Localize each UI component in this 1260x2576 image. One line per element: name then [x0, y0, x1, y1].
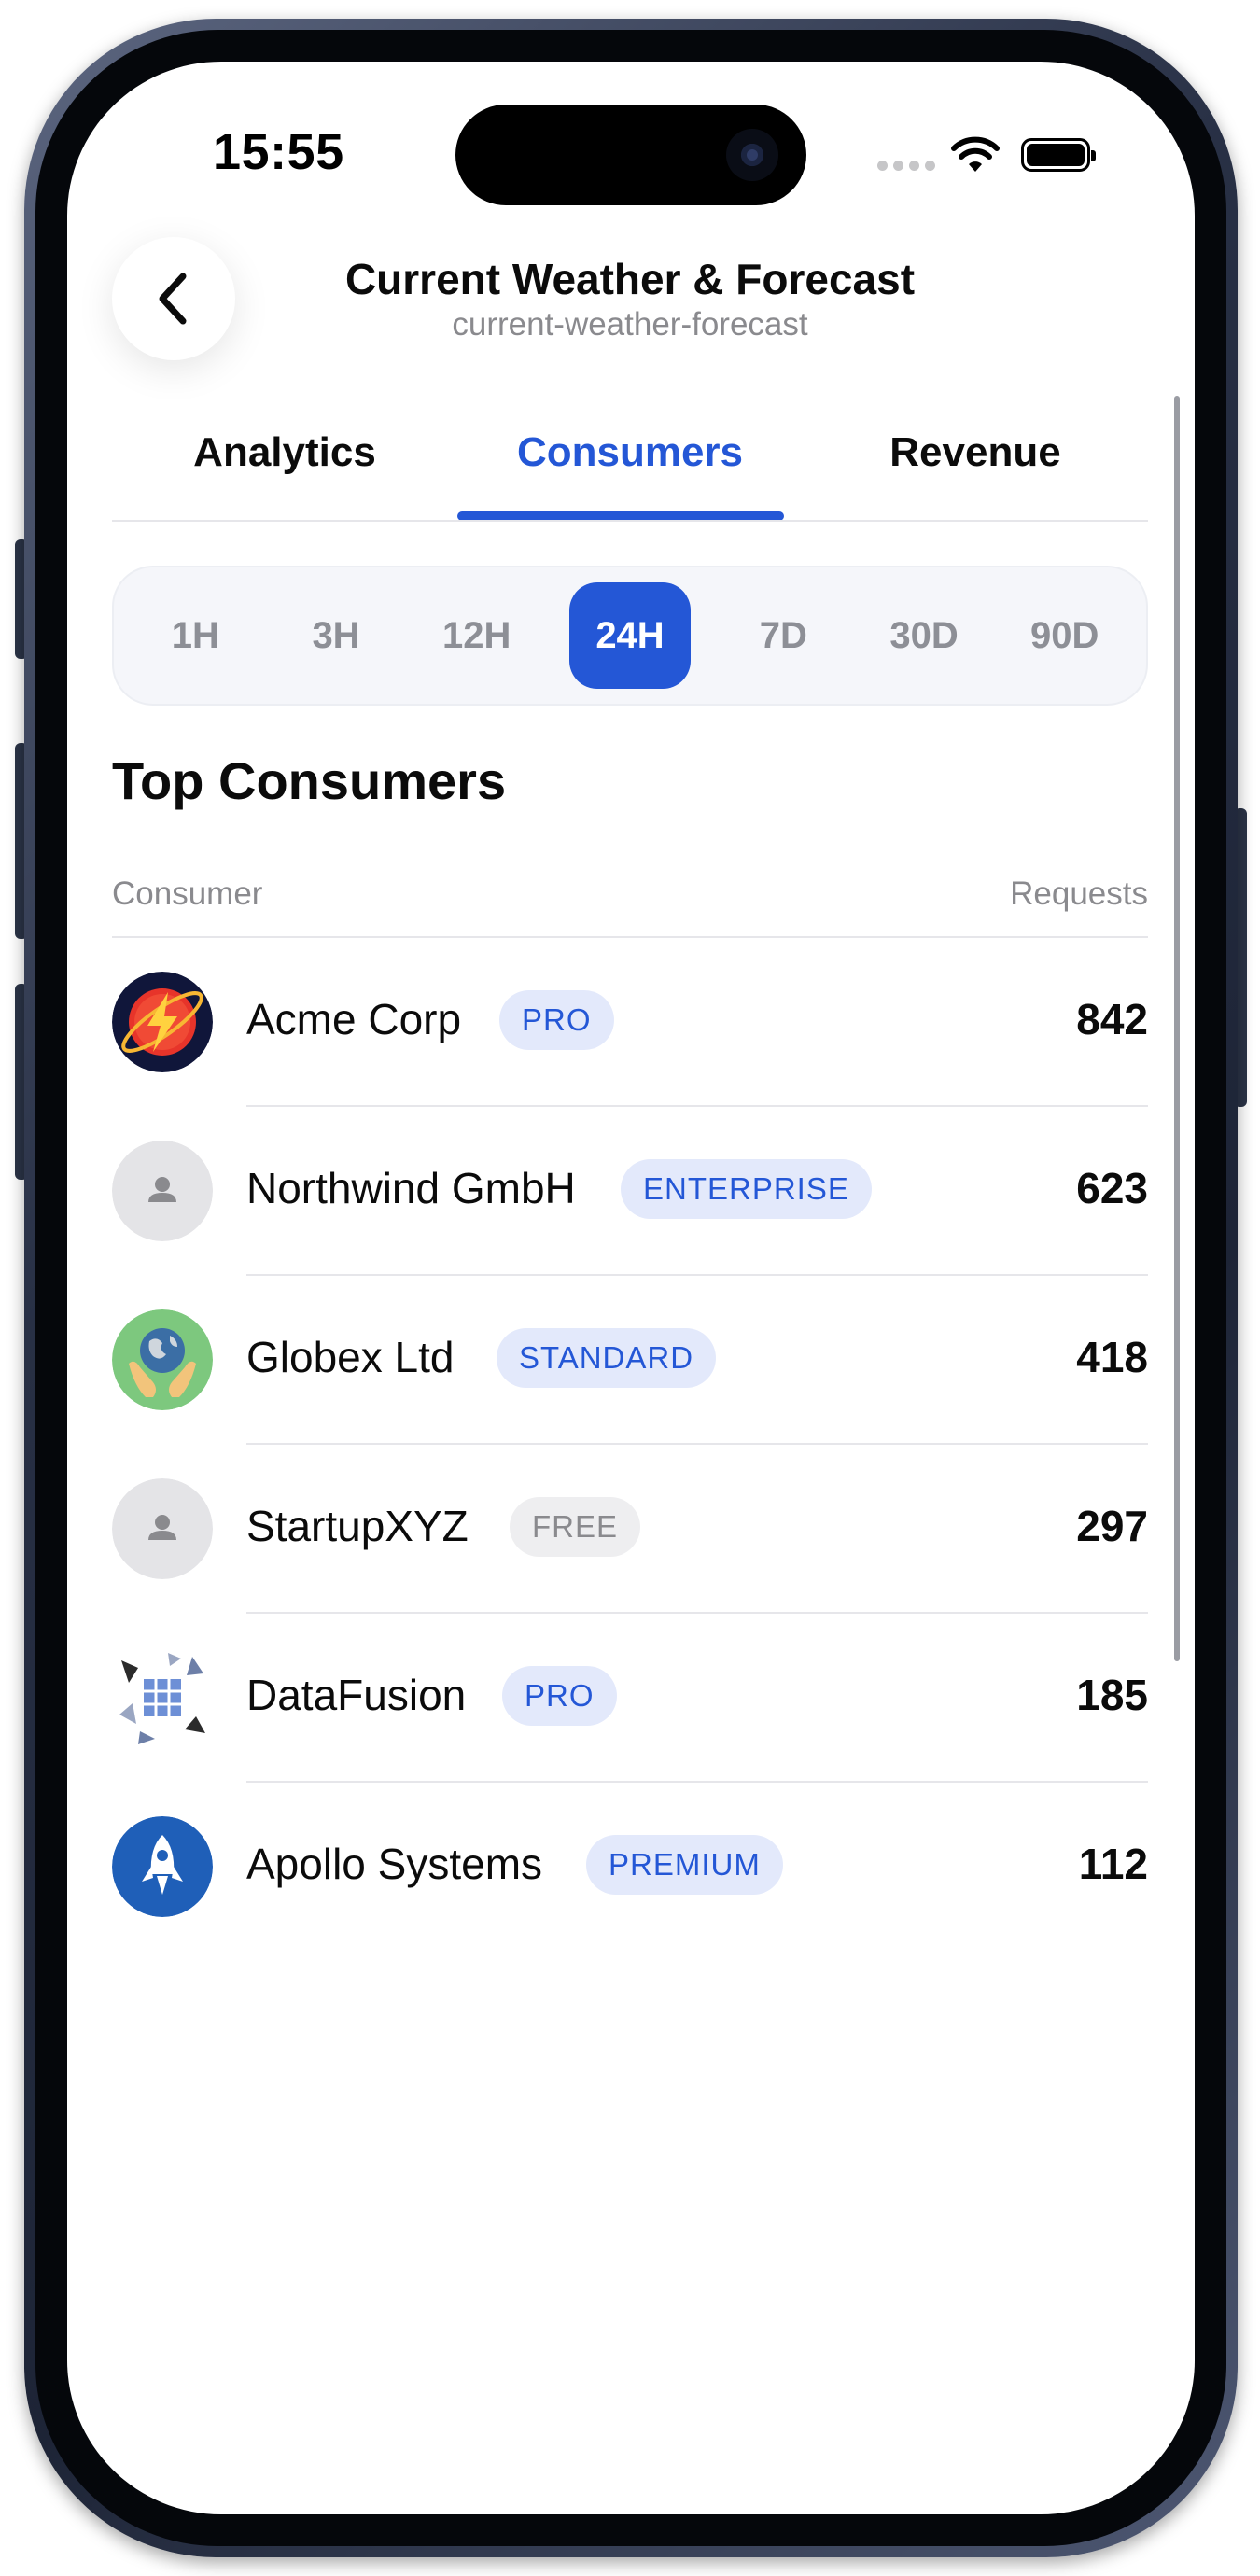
tier-badge: STANDARD	[497, 1328, 717, 1388]
front-camera-icon	[726, 129, 778, 181]
tier-badge: PREMIUM	[586, 1835, 783, 1895]
request-count: 185	[1076, 1671, 1148, 1719]
request-count: 623	[1076, 1164, 1148, 1212]
consumer-name: Acme Corp	[246, 995, 462, 1043]
tab-consumers[interactable]: Consumers	[457, 401, 803, 521]
battery-icon	[1021, 138, 1096, 172]
consumer-list: Acme Corp PRO 842 Northwind GmbH ENTERPR…	[112, 938, 1148, 1952]
consumer-name: Globex Ltd	[246, 1333, 455, 1381]
list-item[interactable]: StartupXYZ FREE 297	[112, 1445, 1148, 1614]
globe-hands-logo-icon	[112, 1309, 213, 1410]
range-24h[interactable]: 24H	[569, 582, 692, 689]
tab-bar: Analytics Consumers Revenue	[112, 401, 1148, 521]
range-12h[interactable]: 12H	[406, 582, 547, 689]
page-subtitle: current-weather-forecast	[452, 306, 808, 343]
tab-divider	[112, 520, 1148, 522]
tier-badge: PRO	[499, 990, 614, 1050]
tier-badge: PRO	[502, 1666, 617, 1726]
list-item[interactable]: Apollo Systems PREMIUM 112	[112, 1783, 1148, 1952]
scrollbar[interactable]	[1174, 396, 1180, 1661]
consumer-name: Northwind GmbH	[246, 1164, 576, 1212]
request-count: 297	[1076, 1502, 1148, 1550]
cellular-signal-icon	[877, 161, 935, 171]
person-placeholder-icon	[112, 1141, 213, 1241]
request-count: 112	[1078, 1840, 1148, 1888]
geometric-grid-logo-icon	[112, 1647, 213, 1748]
tier-badge: ENTERPRISE	[621, 1159, 872, 1219]
request-count: 418	[1076, 1333, 1148, 1381]
status-time: 15:55	[213, 124, 344, 180]
back-button[interactable]	[112, 237, 235, 360]
list-item[interactable]: Acme Corp PRO 842	[112, 938, 1148, 1107]
consumer-name: StartupXYZ	[246, 1502, 469, 1550]
page-title: Current Weather & Forecast	[344, 255, 916, 303]
time-range-selector: 1H 3H 12H 24H 7D 30D 90D	[112, 566, 1148, 706]
person-placeholder-icon	[112, 1478, 213, 1579]
tab-revenue[interactable]: Revenue	[803, 401, 1148, 521]
request-count: 842	[1076, 995, 1148, 1043]
range-1h[interactable]: 1H	[125, 582, 266, 689]
range-30d[interactable]: 30D	[854, 582, 995, 689]
consumer-name: DataFusion	[246, 1671, 467, 1719]
column-header-requests: Requests	[1010, 875, 1148, 912]
tier-badge: FREE	[510, 1497, 641, 1557]
list-item[interactable]: Globex Ltd STANDARD 418	[112, 1276, 1148, 1445]
list-item[interactable]: DataFusion PRO 185	[112, 1614, 1148, 1783]
lightning-logo-icon	[112, 972, 213, 1072]
section-title: Top Consumers	[112, 751, 507, 810]
range-7d[interactable]: 7D	[713, 582, 854, 689]
list-item[interactable]: Northwind GmbH ENTERPRISE 623	[112, 1107, 1148, 1276]
wifi-icon	[951, 136, 1000, 172]
tab-analytics[interactable]: Analytics	[112, 401, 457, 521]
range-90d[interactable]: 90D	[994, 582, 1135, 689]
dynamic-island	[455, 105, 806, 205]
range-3h[interactable]: 3H	[266, 582, 407, 689]
column-header-consumer: Consumer	[112, 875, 263, 912]
rocket-logo-icon	[112, 1816, 213, 1917]
chevron-left-icon	[159, 273, 187, 325]
consumer-name: Apollo Systems	[246, 1840, 543, 1888]
